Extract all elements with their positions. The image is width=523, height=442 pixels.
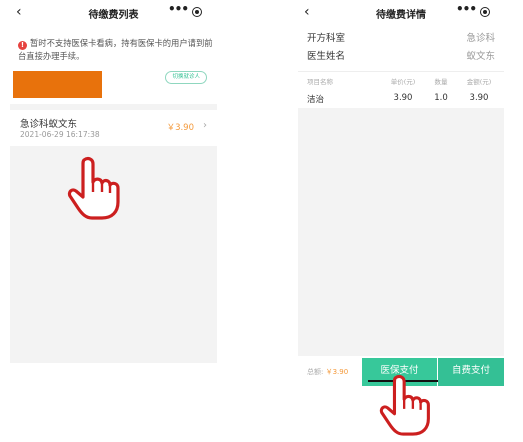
close-target-icon[interactable] [480, 7, 490, 17]
pointing-hand-icon [67, 157, 120, 220]
detail-empty-area [298, 108, 504, 356]
pointing-hand-icon [379, 375, 430, 436]
cell-name: 洁治 [307, 95, 325, 105]
field-label: 医生姓名 [307, 51, 346, 62]
field-value: 蚁文东 [466, 51, 495, 62]
more-icon[interactable]: ••• [168, 2, 189, 16]
total-amount: 总额: ￥3.90 [307, 367, 348, 377]
column-header: 单价(元) [390, 78, 416, 86]
redacted-patient-info [13, 71, 102, 98]
self-pay-button[interactable]: 自费支付 [438, 358, 504, 386]
chevron-right-icon: › [203, 120, 207, 131]
column-header: 金额(元) [466, 78, 492, 86]
total-value: ￥3.90 [325, 368, 349, 376]
patient-bar: 切换就诊人 [10, 68, 217, 98]
pending-bill-item[interactable]: 急诊科蚁文东 2021-06-29 16:17:38 ￥3.90 › [10, 110, 217, 146]
warning-icon: ! [18, 41, 27, 50]
column-header: 项目名称 [307, 78, 333, 86]
bill-amount: ￥3.90 [166, 123, 194, 133]
nav-bar: ‹ 待缴费列表 ••• [10, 0, 217, 26]
field-value: 急诊科 [466, 33, 495, 44]
column-header: 数量 [434, 78, 448, 86]
total-label: 总额: [307, 368, 324, 376]
notice-text: 暂时不支持医保卡看病，持有医保卡的用户请到前台直接办理手续。 [18, 38, 213, 61]
miniprogram-capsule: ••• [456, 2, 498, 19]
field-doctor: 医生姓名 蚁文东 [307, 48, 495, 64]
cell-amount: 3.90 [469, 93, 489, 103]
cell-qty: 1.0 [434, 93, 448, 103]
field-label: 开方科室 [307, 33, 346, 44]
bill-title: 急诊科蚁文东 [20, 119, 78, 130]
table-header: 项目名称 单价(元) 数量 金额(元) [298, 71, 504, 88]
nav-bar: ‹ 待缴费详情 ••• [298, 0, 504, 26]
cell-price: 3.90 [393, 93, 413, 103]
switch-patient-button[interactable]: 切换就诊人 [165, 71, 207, 84]
field-department: 开方科室 急诊科 [307, 30, 495, 46]
pending-payment-detail-screen: ‹ 待缴费详情 ••• 开方科室 急诊科 医生姓名 蚁文东 项目名称 单价(元)… [298, 0, 504, 386]
more-icon[interactable]: ••• [456, 2, 477, 16]
bill-time: 2021-06-29 16:17:38 [20, 130, 100, 139]
miniprogram-capsule: ••• [168, 2, 210, 19]
table-row: 洁治 3.90 1.0 3.90 [298, 90, 504, 106]
insurance-notice: ! 暂时不支持医保卡看病，持有医保卡的用户请到前台直接办理手续。 [18, 37, 214, 62]
close-target-icon[interactable] [192, 7, 202, 17]
